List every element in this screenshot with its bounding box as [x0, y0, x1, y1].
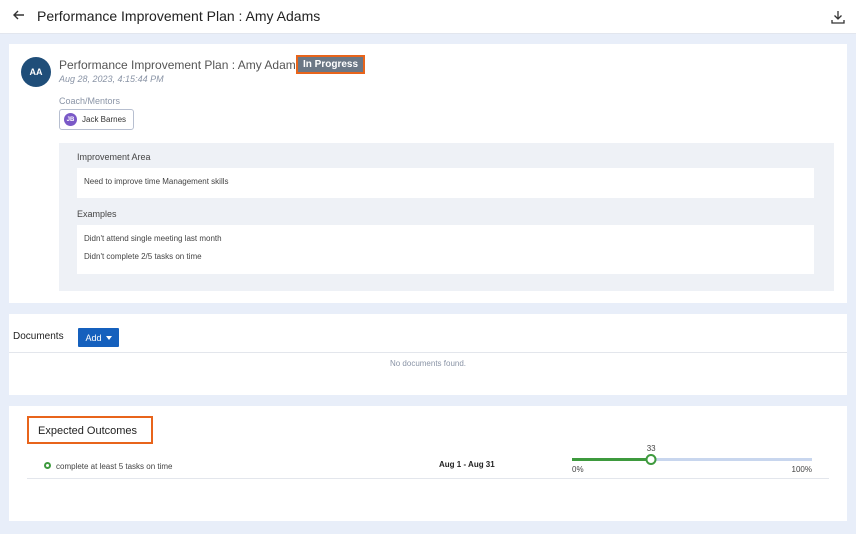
coach-label: Coach/Mentors: [59, 96, 121, 106]
documents-card: Documents Add No documents found.: [9, 314, 847, 395]
avatar: AA: [21, 57, 51, 87]
page-title: Performance Improvement Plan : Amy Adams: [37, 8, 321, 24]
improvement-area-text: Need to improve time Management skills: [84, 177, 229, 186]
progress-handle[interactable]: [645, 454, 657, 465]
add-button-label: Add: [85, 332, 102, 343]
coach-name: Jack Barnes: [82, 115, 127, 124]
progress-min-label: 0%: [572, 465, 584, 474]
outcome-row: complete at least 5 tasks on time Aug 1 …: [27, 444, 829, 479]
coach-avatar: JB: [64, 113, 77, 126]
top-bar: Performance Improvement Plan : Amy Adams: [0, 0, 856, 34]
outcome-text: complete at least 5 tasks on time: [56, 462, 173, 471]
outcome-dates: Aug 1 - Aug 31: [439, 460, 495, 469]
add-document-button[interactable]: Add: [78, 328, 119, 347]
divider: [9, 352, 847, 353]
status-badge: In Progress: [296, 55, 366, 74]
improvement-area-field: Need to improve time Management skills: [77, 168, 814, 198]
improvement-details: Improvement Area Need to improve time Ma…: [59, 143, 834, 291]
documents-label: Documents: [13, 331, 64, 342]
example-item: Didn't attend single meeting last month: [84, 234, 222, 243]
coach-chip[interactable]: JB Jack Barnes: [59, 109, 135, 130]
status-dot-icon: [44, 462, 51, 469]
caret-down-icon: [105, 335, 112, 340]
plan-date: Aug 28, 2023, 4:15:44 PM: [59, 74, 164, 84]
examples-label: Examples: [77, 209, 117, 219]
plan-title: Performance Improvement Plan : Amy Adams: [59, 58, 302, 72]
download-icon[interactable]: [830, 9, 846, 25]
progress-slider[interactable]: 33 0% 100%: [572, 444, 812, 476]
arrow-left-icon[interactable]: [10, 6, 28, 24]
expected-outcomes-card: Expected Outcomes complete at least 5 ta…: [9, 406, 847, 521]
improvement-area-label: Improvement Area: [77, 152, 151, 162]
progress-value: 33: [646, 444, 656, 453]
empty-documents-message: No documents found.: [389, 359, 467, 368]
example-item: Didn't complete 2/5 tasks on time: [84, 252, 202, 261]
outcomes-heading: Expected Outcomes: [27, 416, 153, 444]
examples-field: Didn't attend single meeting last month …: [77, 225, 814, 274]
plan-details-card: AA Performance Improvement Plan : Amy Ad…: [9, 44, 847, 303]
progress-fill: [572, 458, 652, 461]
progress-max-label: 100%: [791, 465, 812, 474]
